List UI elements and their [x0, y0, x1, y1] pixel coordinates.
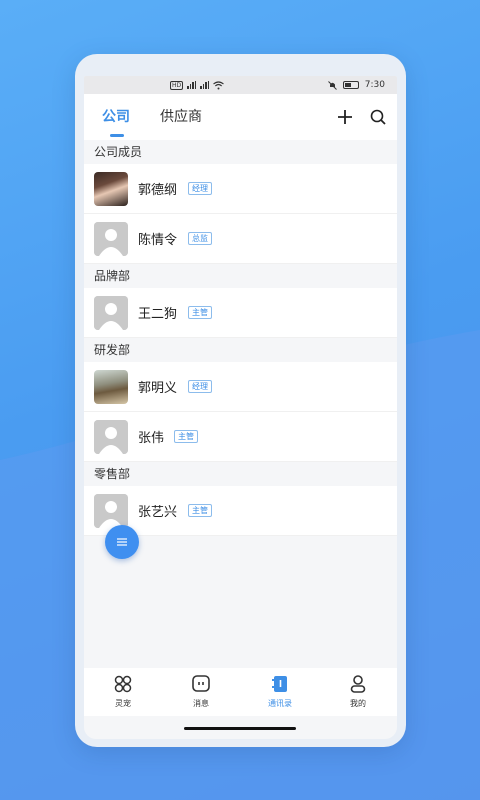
search-icon[interactable]	[369, 108, 387, 126]
tab-company[interactable]: 公司	[102, 106, 130, 126]
tab-messages[interactable]: 消息	[176, 674, 226, 709]
contacts-icon	[272, 676, 287, 692]
tab-contacts[interactable]: 通讯录	[255, 674, 305, 709]
contact-name: 陈情令	[138, 233, 178, 248]
user-icon	[350, 675, 366, 693]
tab-label: 灵宠	[115, 699, 131, 708]
tab-supplier[interactable]: 供应商	[160, 106, 202, 126]
battery-icon	[342, 81, 359, 89]
contact-row[interactable]: 张伟 主管	[84, 412, 397, 462]
tab-label: 我的	[350, 699, 366, 708]
signal-icon	[187, 81, 197, 89]
contact-name: 王二狗	[138, 307, 178, 322]
status-time: 7:30	[364, 80, 385, 90]
network-badge: HD	[170, 80, 184, 90]
contact-row[interactable]: 郭德纲 经理	[84, 164, 397, 214]
phone-frame: HD 7:30 公司 供应商 公司成员 郭德纲 经理 陈情令 总监 品牌部 王二…	[75, 54, 406, 747]
role-badge: 总监	[188, 232, 212, 245]
wifi-icon	[213, 80, 224, 89]
section-title: 公司成员	[84, 140, 397, 164]
role-badge: 经理	[188, 380, 212, 393]
plus-icon[interactable]	[336, 108, 354, 126]
role-badge: 主管	[174, 430, 198, 443]
tab-me[interactable]: 我的	[333, 674, 383, 709]
section-title: 零售部	[84, 462, 397, 486]
role-badge: 经理	[188, 182, 212, 195]
contact-name: 郭德纲	[138, 183, 178, 198]
tab-label: 通讯录	[268, 699, 292, 708]
contact-name: 张伟	[138, 431, 165, 446]
contact-row[interactable]: 陈情令 总监	[84, 214, 397, 264]
contact-row[interactable]: 王二狗 主管	[84, 288, 397, 338]
status-right: 7:30	[327, 80, 385, 90]
grid-icon	[114, 675, 132, 693]
message-icon	[192, 675, 210, 692]
contact-row[interactable]: 郭明义 经理	[84, 362, 397, 412]
role-badge: 主管	[188, 504, 212, 517]
signal-indicators: HD	[170, 80, 224, 90]
menu-fab-button[interactable]	[105, 525, 139, 559]
active-tab-indicator	[110, 134, 124, 137]
bottom-tab-bar: 灵宠 消息 通讯录 我的	[84, 668, 397, 716]
role-badge: 主管	[188, 306, 212, 319]
default-avatar-icon	[94, 295, 128, 330]
default-avatar-icon	[94, 419, 128, 454]
top-header: 公司 供应商	[84, 94, 397, 140]
section-title: 研发部	[84, 338, 397, 362]
mute-icon	[327, 80, 337, 90]
tab-pets[interactable]: 灵宠	[98, 674, 148, 709]
contact-name: 张艺兴	[138, 505, 178, 520]
status-bar: HD 7:30	[84, 76, 397, 94]
section-title: 品牌部	[84, 264, 397, 288]
menu-icon	[117, 538, 127, 546]
home-indicator[interactable]	[184, 727, 296, 730]
tab-label: 消息	[193, 699, 209, 708]
avatar-photo	[94, 171, 128, 206]
avatar-photo	[94, 369, 128, 404]
default-avatar-icon	[94, 221, 128, 256]
default-avatar-icon	[94, 493, 128, 528]
contact-name: 郭明义	[138, 381, 178, 396]
signal-icon-2	[200, 81, 210, 89]
app-screen: HD 7:30 公司 供应商 公司成员 郭德纲 经理 陈情令 总监 品牌部 王二…	[84, 76, 397, 739]
